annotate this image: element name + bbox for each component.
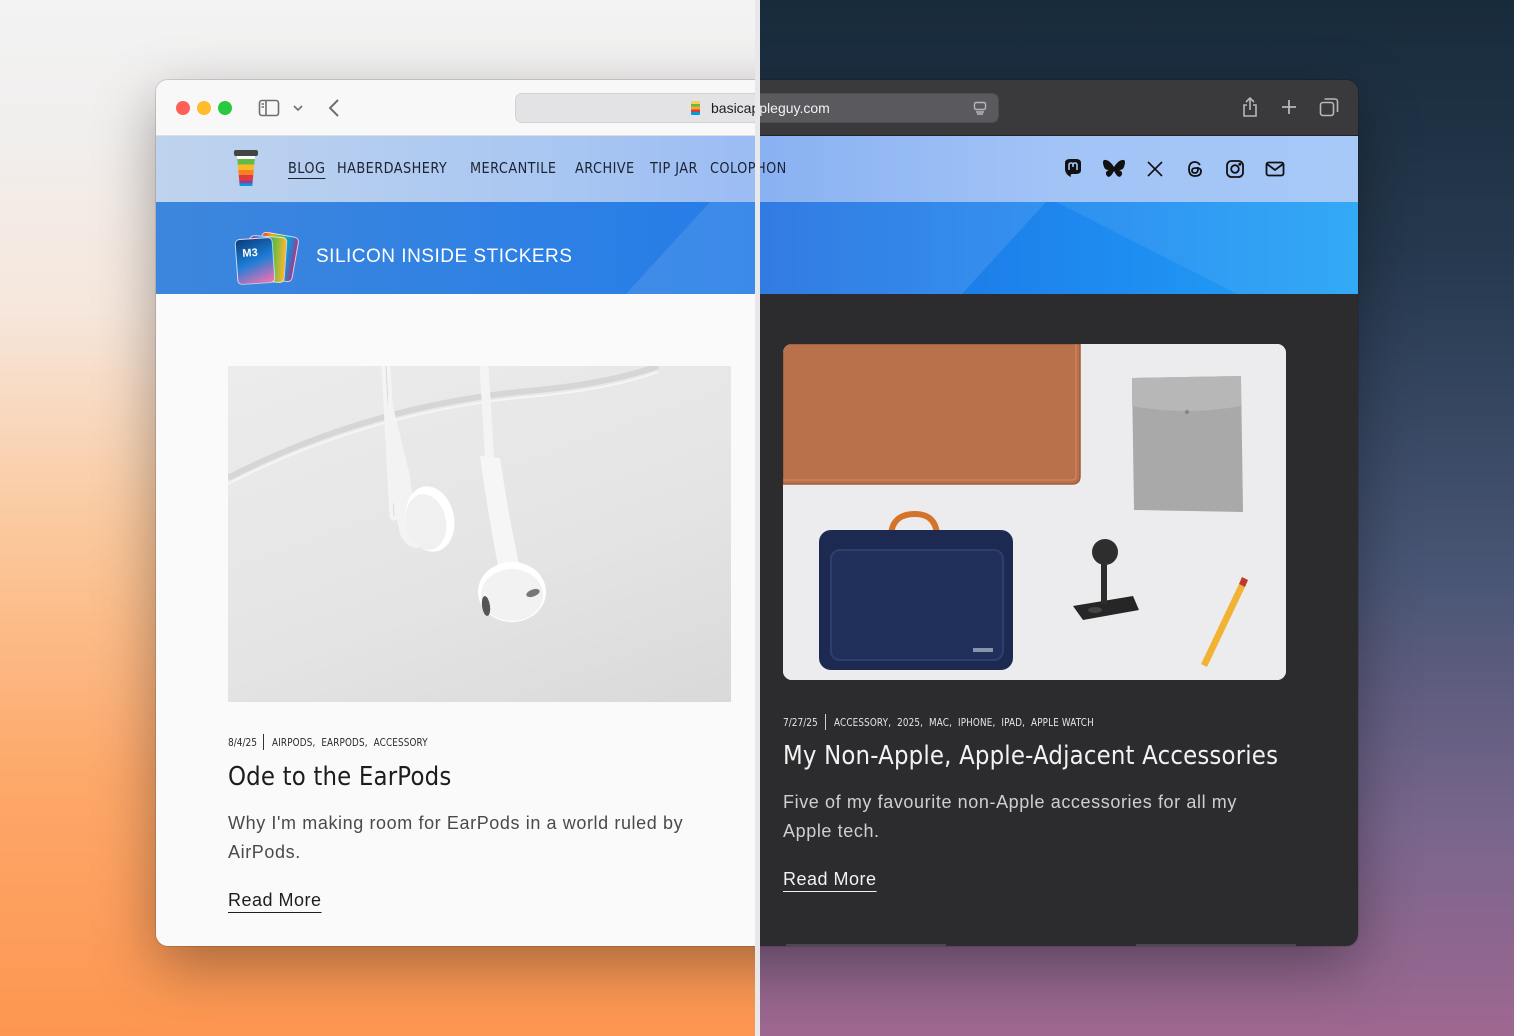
mastodon-icon[interactable]	[1061, 157, 1085, 181]
x-icon[interactable]	[1143, 157, 1167, 181]
promo-banner[interactable]: M3 SILICON INSIDE STICKERS	[156, 202, 756, 294]
post-date: 8/4/25	[228, 735, 258, 749]
nav-link-colophon[interactable]: COLOPHON	[756, 159, 787, 177]
site-favicon	[691, 101, 700, 115]
dark-mode-half: basicappleguy.com BLOG HA	[756, 80, 1358, 946]
address-bar[interactable]: basicappleguy.com	[756, 93, 999, 123]
share-icon[interactable]	[1240, 95, 1260, 119]
nav-link-mercantile[interactable]: MERCANTILE	[470, 159, 556, 177]
post-tag[interactable]: IPAD	[1002, 716, 1023, 729]
post-excerpt: Why I'm making room for EarPods in a wor…	[228, 813, 684, 862]
address-bar-url: basicappleguy.com	[711, 100, 756, 116]
reader-mode-icon[interactable]	[972, 100, 988, 116]
banner-title: SILICON INSIDE STICKERS	[316, 246, 573, 267]
nav-link-haberdashery[interactable]: HABERDASHERY	[337, 159, 447, 177]
threads-icon[interactable]	[1183, 157, 1207, 181]
post-title[interactable]: My Non-Apple, Apple-Adjacent Accessories	[783, 741, 1278, 771]
post-image-accessories[interactable]	[783, 344, 1286, 680]
post-tag[interactable]: MAC	[929, 716, 949, 729]
nav-link-blog[interactable]: BLOG	[288, 159, 325, 177]
new-tab-icon[interactable]	[1279, 97, 1299, 117]
laptop-bag	[819, 510, 1013, 670]
post-meta: 8/4/25 AIRPODS, EARPODS, ACCESSORY	[228, 734, 429, 750]
address-bar[interactable]: basicappleguy.com	[515, 93, 756, 123]
instagram-icon[interactable]	[1223, 157, 1247, 181]
post-tag[interactable]: AIRPODS	[272, 736, 312, 749]
nav-link-colophon[interactable]: COLOPHON	[710, 159, 756, 177]
post-excerpt: Five of my favourite non-Apple accessori…	[783, 792, 1237, 841]
chevron-down-icon[interactable]	[292, 102, 304, 114]
comparison-divider	[755, 0, 760, 1036]
address-bar-url: basicappleguy.com	[756, 100, 830, 116]
read-more-link[interactable]: Read More	[228, 890, 322, 911]
nav-link-tip-jar[interactable]: TIP JAR	[650, 159, 698, 177]
post-tag[interactable]: 2025	[897, 716, 920, 729]
site-logo[interactable]	[234, 150, 258, 186]
sidebar-toggle-icon[interactable]	[258, 97, 280, 119]
post-meta: 7/27/25 ACCESSORY, 2025, MAC, IPHONE, IP…	[783, 714, 1095, 730]
stickers-image: M3	[234, 231, 300, 286]
site-navigation: BLOG HABERDASHERY MERCANTILE ARCHIVE TIP…	[756, 136, 1358, 202]
post-tag[interactable]: ACCESSORY	[374, 736, 428, 749]
light-mode-half: basicappleguy.com	[156, 80, 756, 946]
promo-banner[interactable]	[756, 202, 1358, 294]
sticker-chip-label: M3	[242, 246, 259, 260]
nav-link-archive[interactable]: ARCHIVE	[575, 159, 635, 177]
next-post-edge	[786, 944, 946, 946]
post-title[interactable]: Ode to the EarPods	[228, 762, 451, 792]
read-more-link[interactable]: Read More	[783, 869, 877, 890]
browser-toolbar: basicappleguy.com	[156, 80, 756, 136]
minimize-window-button[interactable]	[197, 101, 211, 115]
post-tag[interactable]: IPHONE	[958, 716, 993, 729]
zoom-window-button[interactable]	[218, 101, 232, 115]
post-tag[interactable]: ACCESSORY	[834, 716, 888, 729]
site-navigation: BLOG HABERDASHERY MERCANTILE ARCHIVE TIP…	[156, 136, 756, 202]
next-post-edge	[1136, 944, 1296, 946]
post-image-earpods[interactable]	[228, 366, 731, 702]
close-window-button[interactable]	[176, 101, 190, 115]
post-date: 7/27/25	[783, 715, 818, 729]
tab-overview-icon[interactable]	[1318, 96, 1340, 118]
mail-icon[interactable]	[1263, 157, 1287, 181]
post-tag[interactable]: APPLE WATCH	[1031, 716, 1094, 729]
felt-sleeve	[1132, 376, 1243, 512]
back-button[interactable]	[326, 97, 342, 119]
bluesky-icon[interactable]	[1102, 157, 1126, 181]
post-tag[interactable]: EARPODS	[322, 736, 365, 749]
browser-toolbar: basicappleguy.com	[756, 80, 1358, 136]
